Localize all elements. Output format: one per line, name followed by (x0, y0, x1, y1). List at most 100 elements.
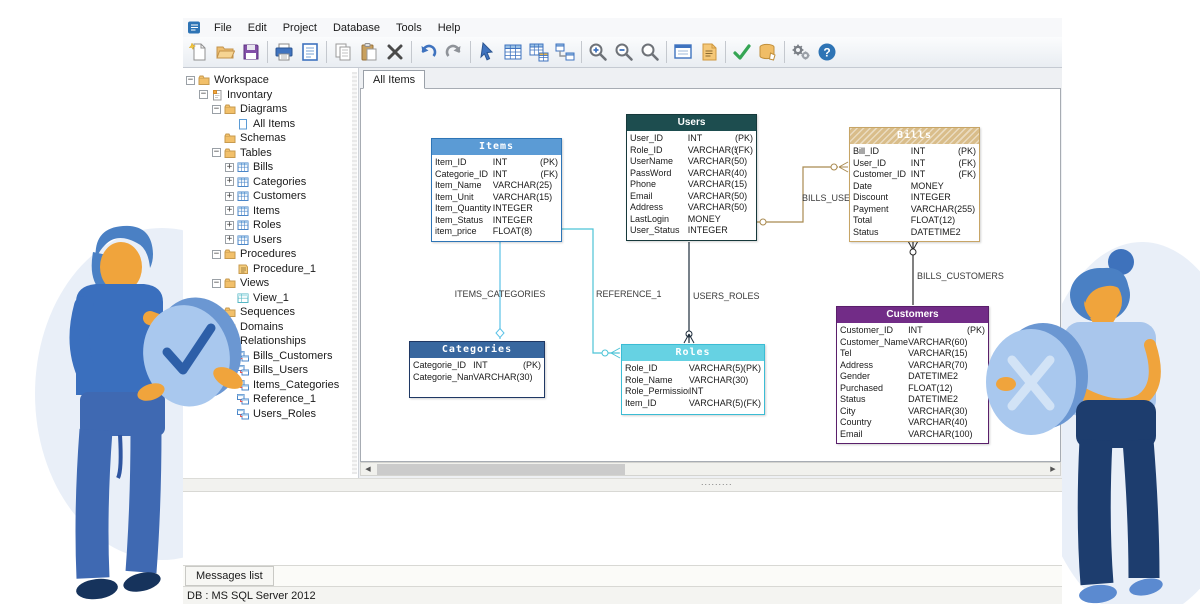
generate-db-button[interactable] (755, 39, 781, 65)
delete-button[interactable] (382, 39, 408, 65)
table-design-button[interactable] (526, 39, 552, 65)
settings-button[interactable] (788, 39, 814, 65)
relation-users_roles[interactable]: USERS_ROLES (683, 242, 760, 344)
redo-button[interactable] (441, 39, 467, 65)
tree-item-procedures[interactable]: − Procedures (186, 247, 339, 262)
entity-table-categories[interactable]: Categories Categorie_ID INT (PK) Categorie_N… (409, 341, 545, 398)
minus-expander-icon[interactable]: − (212, 104, 221, 114)
column-row[interactable]: Total FLOAT(12) (850, 215, 979, 227)
column-row[interactable]: Status DATETIME2 (850, 227, 979, 239)
column-row[interactable]: Phone VARCHAR(15) (627, 179, 756, 191)
horizontal-scrollbar[interactable]: ◀ ▶ (360, 462, 1061, 476)
column-row[interactable]: Tel VARCHAR(15) (837, 348, 988, 360)
column-row[interactable]: User_ID INT (PK) (627, 133, 756, 145)
column-row[interactable]: Item_Name VARCHAR(25) (432, 180, 561, 192)
column-row[interactable]: Gender DATETIME2 (837, 371, 988, 383)
column-row[interactable]: Categorie_NameVARCHAR(30) (410, 372, 544, 384)
column-row[interactable]: Purchased FLOAT(12) (837, 383, 988, 395)
entity-table-bills[interactable]: Bills Bill_ID INT (PK) User_ID INT (FK) Custome… (849, 127, 980, 242)
column-row[interactable]: Role_ID VARCHAR(5) (PK) (622, 363, 764, 375)
scroll-left-arrow-icon[interactable]: ◀ (361, 463, 375, 475)
tree-item-view-1[interactable]: View_1 (186, 291, 339, 306)
table-header[interactable]: Customers (837, 307, 988, 323)
menu-tools[interactable]: Tools (388, 21, 430, 35)
table-header[interactable]: Items (432, 139, 561, 155)
diagram-canvas[interactable]: ITEMS_CATEGORIES REFERENCE_1 USERS_ROLES BI… (360, 88, 1061, 462)
column-row[interactable]: UserName VARCHAR(50) (627, 156, 756, 168)
tree-item-relationships[interactable]: Relationships (186, 334, 339, 349)
column-row[interactable]: Status DATETIME2 (837, 394, 988, 406)
menu-database[interactable]: Database (325, 21, 388, 35)
select-button[interactable] (474, 39, 500, 65)
column-row[interactable]: item_price FLOAT(8) (432, 226, 561, 238)
relation-bills_users[interactable]: BILLS_USERS (757, 161, 863, 226)
tree-item-users-roles[interactable]: Users_Roles (186, 407, 339, 422)
column-row[interactable]: Address VARCHAR(70) (837, 360, 988, 372)
open-folder-button[interactable] (212, 39, 238, 65)
new-file-button[interactable] (186, 39, 212, 65)
tree-item-schemas[interactable]: Schemas (186, 131, 339, 146)
relation-reference_1[interactable]: REFERENCE_1 (562, 228, 662, 359)
plus-expander-icon[interactable]: + (225, 206, 234, 216)
tree-item-tables[interactable]: − Tables (186, 146, 339, 161)
minus-expander-icon[interactable]: − (212, 148, 221, 158)
tree-item-items[interactable]: + Items (186, 204, 339, 219)
paste-button[interactable] (356, 39, 382, 65)
column-row[interactable]: Role_Name VARCHAR(30) (622, 375, 764, 387)
table-header[interactable]: Categories (410, 342, 544, 358)
tree-item-diagrams[interactable]: − Diagrams (186, 102, 339, 117)
scrollbar-thumb[interactable] (377, 464, 625, 475)
column-row[interactable]: Customer_ID INT (PK) (837, 325, 988, 337)
minus-expander-icon[interactable]: − (212, 278, 221, 288)
column-row[interactable]: LastLogin MONEY (627, 214, 756, 226)
tree-item-bills-customers[interactable]: Bills_Customers (186, 349, 339, 364)
menu-help[interactable]: Help (430, 21, 469, 35)
column-row[interactable]: Address VARCHAR(50) (627, 202, 756, 214)
column-row[interactable]: City VARCHAR(30) (837, 406, 988, 418)
relation-items_categories[interactable]: ITEMS_CATEGORIES (455, 239, 546, 339)
tree-item-roles[interactable]: + Roles (186, 218, 339, 233)
column-row[interactable]: User_ID INT (FK) (850, 158, 979, 170)
tree-item-customers[interactable]: + Customers (186, 189, 339, 204)
panel-splitter[interactable]: ......... (183, 477, 1062, 492)
column-row[interactable]: Customer_Name VARCHAR(60) (837, 337, 988, 349)
tree-item-procedure-1[interactable]: Procedure_1 (186, 262, 339, 277)
table-header[interactable]: Roles (622, 345, 764, 361)
tree-item-bills[interactable]: + Bills (186, 160, 339, 175)
tree-item-views[interactable]: − Views (186, 276, 339, 291)
zoom-in-button[interactable] (585, 39, 611, 65)
entity-table-users[interactable]: Users User_ID INT (PK) Role_ID VARCHAR(5)(FK)… (626, 114, 757, 241)
table-header[interactable]: Bills (850, 128, 979, 144)
report-button[interactable] (297, 39, 323, 65)
column-row[interactable]: Date MONEY (850, 181, 979, 193)
plus-expander-icon[interactable]: + (225, 191, 234, 201)
column-row[interactable]: Email VARCHAR(50) (627, 191, 756, 203)
tab-all-items[interactable]: All Items (363, 70, 426, 89)
menu-file[interactable]: File (206, 21, 240, 35)
script-doc-button[interactable] (696, 39, 722, 65)
plus-expander-icon[interactable]: + (225, 220, 234, 230)
tab-messages-list[interactable]: Messages list (185, 566, 274, 586)
minus-expander-icon[interactable]: − (212, 249, 221, 259)
sidebar-scrollbar[interactable] (352, 72, 357, 474)
column-row[interactable]: Item_Unit VARCHAR(15) (432, 192, 561, 204)
column-row[interactable]: Item_ID VARCHAR(5) (FK) (622, 398, 764, 410)
tree-item-all-items[interactable]: All Items (186, 117, 339, 132)
entity-table-items[interactable]: Items Item_ID INT (PK) Categorie_ID INT (FK) It… (431, 138, 562, 242)
copy-button[interactable] (330, 39, 356, 65)
print-button[interactable] (271, 39, 297, 65)
entity-table-customers[interactable]: Customers Customer_ID INT (PK) Customer_Name… (836, 306, 989, 444)
relation-bills_customers[interactable]: BILLS_CUSTOMERS (907, 240, 1004, 305)
validate-button[interactable] (729, 39, 755, 65)
column-row[interactable]: Bill_ID INT (PK) (850, 146, 979, 158)
menu-project[interactable]: Project (275, 21, 325, 35)
tree-item-sequences[interactable]: Sequences (186, 305, 339, 320)
column-row[interactable]: Item_Quantity INTEGER (432, 203, 561, 215)
column-row[interactable]: Categorie_ID INT (PK) (410, 360, 544, 372)
minus-expander-icon[interactable]: − (199, 90, 208, 100)
column-row[interactable]: Discount INTEGER (850, 192, 979, 204)
column-row[interactable]: Country VARCHAR(40) (837, 417, 988, 429)
scroll-right-arrow-icon[interactable]: ▶ (1046, 463, 1060, 475)
help-button[interactable]: ? (814, 39, 840, 65)
zoom-button[interactable] (637, 39, 663, 65)
